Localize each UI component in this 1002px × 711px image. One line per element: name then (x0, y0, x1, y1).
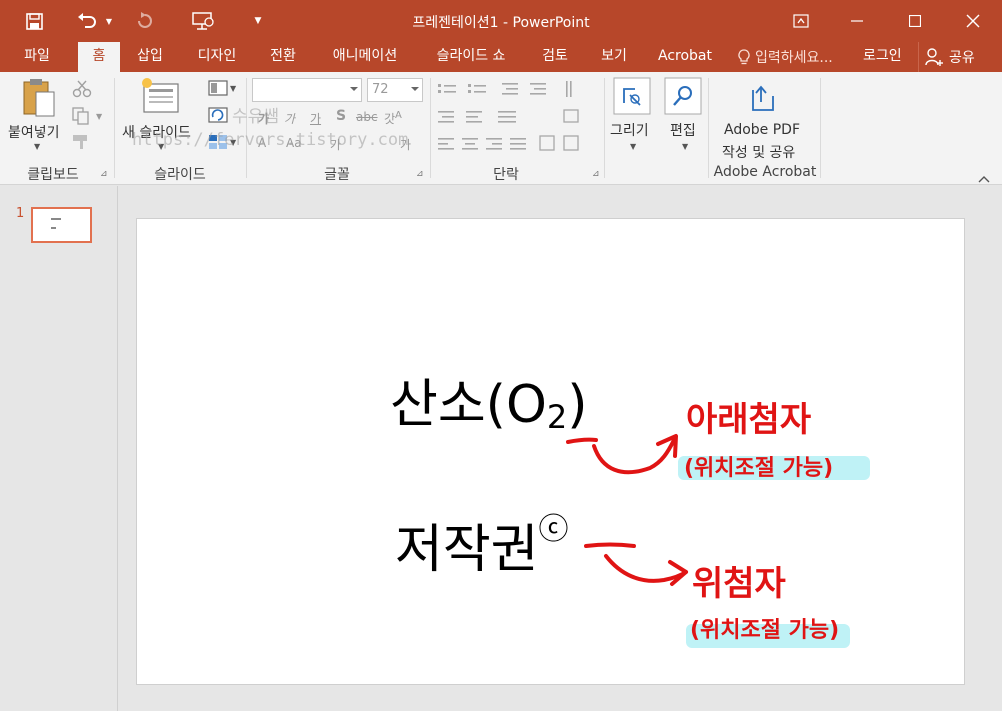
ribbon-display-options-icon[interactable] (778, 0, 824, 42)
subscript-annotation-note: (위치조절 가능) (684, 456, 834, 481)
ribbon-separator (708, 78, 709, 178)
font-size-value: 72 (372, 82, 389, 97)
person-add-icon (925, 48, 943, 66)
editing-dropdown-icon[interactable]: ▼ (682, 142, 688, 151)
paragraph-tools-icons (436, 80, 604, 160)
share-label: 공유 (949, 50, 975, 66)
paragraph-dialog-launcher-icon: ⊿ (592, 169, 600, 179)
font-name-combobox (252, 78, 362, 102)
slide-thumbnail-pane (0, 186, 118, 711)
acrobat-group-label: Adobe Acrobat (713, 164, 817, 180)
adobe-pdf-label-line2[interactable]: 작성 및 공유 (722, 142, 795, 162)
lightbulb-icon (738, 49, 750, 65)
drawing-icon[interactable] (613, 77, 651, 119)
title-bar: ▼ ▼ 프레젠테이션1 - PowerPoint (0, 0, 1002, 42)
close-icon[interactable] (950, 0, 996, 42)
superscript-copyright: ⓒ (538, 512, 569, 547)
tell-me-placeholder: 입력하세요... (755, 50, 833, 66)
tab-review[interactable]: 검토 (532, 42, 578, 72)
oxygen-main: 산소(O (390, 375, 547, 435)
font-size-combobox: 72 (367, 78, 423, 102)
clipboard-group-label: 클립보드 (27, 167, 79, 183)
adobe-pdf-share-icon[interactable] (750, 84, 776, 116)
ribbon-separator (430, 78, 431, 178)
ribbon-separator (820, 78, 821, 178)
clipboard-dialog-launcher-icon[interactable]: ⊿ (100, 169, 108, 179)
copy-dropdown-icon: ▼ (96, 112, 103, 121)
tab-acrobat[interactable]: Acrobat (648, 42, 722, 72)
ribbon-separator (604, 78, 605, 178)
ribbon-separator (246, 78, 247, 178)
layout-icon[interactable] (208, 80, 228, 100)
paragraph-group-label: 단락 (493, 167, 519, 183)
new-slide-icon[interactable] (140, 76, 182, 118)
tab-file[interactable]: 파일 (10, 42, 64, 72)
editing-label[interactable]: 편집 (670, 120, 696, 140)
layout-dropdown-icon[interactable]: ▼ (230, 84, 236, 93)
font-group-label: 글꼴 (324, 167, 350, 183)
watermark-author: 수유쌤 (232, 107, 279, 127)
character-spacing-icon: 갓A (384, 110, 402, 126)
slide-number: 1 (16, 206, 25, 221)
copy-icon (72, 107, 90, 129)
maximize-icon[interactable] (892, 0, 938, 42)
slide-canvas[interactable] (136, 218, 965, 685)
tab-insert[interactable]: 삽입 (126, 42, 174, 72)
tab-design[interactable]: 디자인 (186, 42, 248, 72)
copyright-main: 저작권 (395, 520, 539, 580)
tab-animations[interactable]: 애니메이션 (320, 42, 410, 72)
drawing-label[interactable]: 그리기 (610, 120, 649, 140)
ribbon-separator (114, 78, 115, 178)
tab-transitions[interactable]: 전환 (258, 42, 308, 72)
tab-home[interactable]: 홈 (78, 42, 120, 72)
format-painter-icon (72, 134, 92, 154)
drawing-dropdown-icon[interactable]: ▼ (630, 142, 636, 151)
tell-me-box[interactable]: 입력하세요... (738, 42, 833, 72)
paste-label[interactable]: 붙여넣기 (8, 122, 60, 142)
copyright-text[interactable]: 저작권ⓒ (395, 504, 569, 582)
cut-icon (72, 80, 92, 102)
oxygen-close: ) (567, 375, 588, 435)
share-button[interactable]: 공유 (918, 42, 1002, 72)
paste-icon[interactable] (22, 78, 56, 122)
superscript-annotation-title: 위첨자 (692, 564, 786, 604)
login-link[interactable]: 로그인 (863, 42, 902, 72)
paste-dropdown-icon[interactable]: ▼ (34, 142, 40, 151)
slides-group-label: 슬라이드 (154, 167, 206, 183)
ribbon-tab-bar: 파일 홈 삽입 디자인 전환 애니메이션 슬라이드 쇼 검토 보기 Acroba… (0, 42, 1002, 72)
oxygen-text[interactable]: 산소(O2) (390, 362, 588, 437)
superscript-annotation-note: (위치조절 가능) (690, 618, 840, 643)
minimize-icon[interactable] (834, 0, 880, 42)
slide-thumbnail[interactable] (31, 207, 92, 243)
subscript-annotation-title: 아래첨자 (686, 400, 812, 440)
italic-icon: 가 (284, 112, 296, 126)
text-shadow-icon: S (336, 108, 347, 124)
subscript-two: 2 (546, 398, 568, 436)
watermark-url: https://fervors.tistory.com (132, 130, 409, 150)
font-size-dropdown-icon (411, 87, 419, 91)
adobe-pdf-label-line1[interactable]: Adobe PDF (724, 122, 800, 138)
tab-view[interactable]: 보기 (590, 42, 638, 72)
tab-slideshow[interactable]: 슬라이드 쇼 (422, 42, 520, 72)
powerpoint-window: ▼ ▼ 프레젠테이션1 - PowerPoint 파일 홈 삽입 디자인 전환 … (0, 0, 1002, 711)
font-dialog-launcher-icon: ⊿ (416, 169, 424, 179)
font-name-dropdown-icon (350, 87, 358, 91)
editing-icon[interactable] (664, 77, 702, 119)
strikethrough-icon: abc (356, 110, 378, 124)
ribbon: 붙여넣기 ▼ ▼ 클립보드 ⊿ 새 슬라이드 ▼ ▼ ▼ 슬라이드 72 가 가… (0, 72, 1002, 185)
reset-slide-icon[interactable] (208, 107, 228, 127)
collapse-ribbon-icon[interactable] (978, 168, 990, 187)
underline-icon: 가 (310, 112, 322, 126)
